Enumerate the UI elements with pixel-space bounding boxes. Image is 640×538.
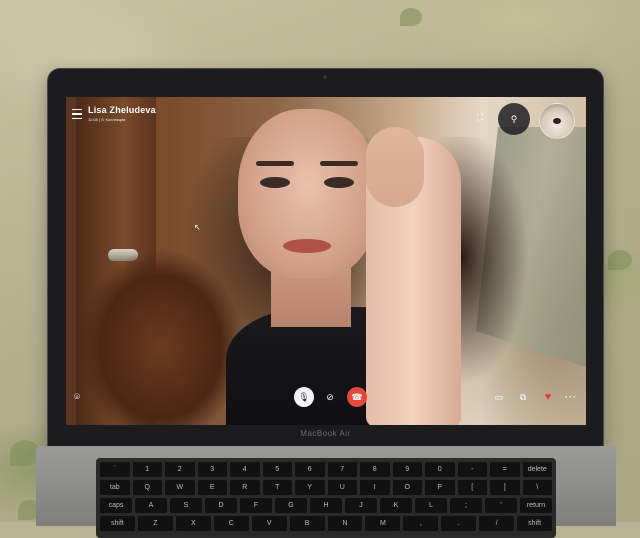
keyboard-key[interactable]: 1	[132, 462, 162, 477]
keyboard-key[interactable]: X	[175, 516, 211, 531]
keyboard-key[interactable]: H	[310, 498, 342, 513]
menu-icon[interactable]	[72, 109, 82, 119]
keyboard-row: caps A S D F G H J K L; ' return	[100, 498, 552, 513]
camera-off-icon: ⊘	[326, 391, 334, 402]
keyboard-key[interactable]: caps	[100, 498, 132, 513]
keyboard-key[interactable]: delete	[522, 462, 552, 477]
share-screen-icon[interactable]: ⧉	[516, 390, 530, 404]
more-icon[interactable]: ···	[564, 390, 578, 404]
keyboard-key[interactable]: C	[213, 516, 249, 531]
keyboard-key[interactable]: \	[522, 480, 552, 495]
keyboard-key[interactable]: L	[415, 498, 447, 513]
keyboard-key[interactable]: 3	[197, 462, 227, 477]
keyboard-key[interactable]: R	[230, 480, 260, 495]
keyboard-key[interactable]: O	[392, 480, 422, 495]
keyboard-key[interactable]: D	[205, 498, 237, 513]
keyboard-key[interactable]: G	[275, 498, 307, 513]
keyboard-key[interactable]: .	[441, 516, 477, 531]
chat-icon[interactable]: ▭	[492, 390, 506, 404]
keyboard-key[interactable]: 9	[392, 462, 422, 477]
keyboard-key[interactable]: ;	[450, 498, 482, 513]
keyboard-key[interactable]: /	[479, 516, 515, 531]
keyboard-key[interactable]: Y	[295, 480, 325, 495]
microphone-icon: 🎙︎	[298, 391, 310, 402]
keyboard-key[interactable]: 0	[425, 462, 455, 477]
dog-snout	[553, 118, 561, 124]
clover-pattern	[608, 250, 632, 270]
keyboard-key[interactable]: -	[457, 462, 487, 477]
keyboard-key[interactable]: ]	[490, 480, 520, 495]
call-overlay: Lisa Zheludeva 11:08 | ⊙ Коллекция ⛶ ⚲ ↖…	[66, 97, 586, 425]
keyboard-key[interactable]: K	[380, 498, 412, 513]
screenshot-icon[interactable]: ⌾	[74, 392, 88, 406]
webcam	[323, 75, 327, 79]
keyboard-key[interactable]: =	[490, 462, 520, 477]
keyboard-key[interactable]: shift	[100, 516, 135, 531]
add-person-button[interactable]: ⚲	[498, 103, 530, 135]
keyboard: ` 1 2 3 4 5 6 7 8 9 0- = delete tab Q W E R T Y U I O P[] \ caps A…	[96, 458, 556, 538]
heart-icon[interactable]: ♥	[541, 390, 555, 404]
keyboard-key[interactable]: N	[327, 516, 363, 531]
keyboard-key[interactable]: 8	[360, 462, 390, 477]
keyboard-key[interactable]: 4	[230, 462, 260, 477]
call-duration: 11:08	[88, 117, 98, 122]
keyboard-key[interactable]: S	[170, 498, 202, 513]
keyboard-key[interactable]: Q	[132, 480, 162, 495]
laptop-lid: Lisa Zheludeva 11:08 | ⊙ Коллекция ⛶ ⚲ ↖…	[48, 69, 603, 447]
end-call-button[interactable]: ☎︎	[347, 387, 367, 407]
keyboard-row: ` 1 2 3 4 5 6 7 8 9 0- = delete	[100, 462, 552, 477]
keyboard-key[interactable]: 2	[165, 462, 195, 477]
keyboard-key[interactable]: 7	[327, 462, 357, 477]
keyboard-key[interactable]: `	[100, 462, 130, 477]
call-status: 11:08 | ⊙ Коллекция	[88, 117, 125, 122]
keyboard-key[interactable]: J	[345, 498, 377, 513]
keyboard-key[interactable]: '	[485, 498, 517, 513]
collection-icon: ⊙	[101, 117, 105, 122]
add-person-icon: ⚲	[510, 113, 518, 124]
keyboard-key[interactable]: M	[365, 516, 401, 531]
clover-pattern	[400, 8, 422, 26]
microphone-button[interactable]: 🎙︎	[294, 387, 314, 407]
fit-screen-icon[interactable]: ⛶	[470, 107, 490, 127]
keyboard-key[interactable]: W	[165, 480, 195, 495]
video-call-screen: Lisa Zheludeva 11:08 | ⊙ Коллекция ⛶ ⚲ ↖…	[66, 97, 586, 425]
keyboard-row: tab Q W E R T Y U I O P[] \	[100, 480, 552, 495]
keyboard-key[interactable]: I	[360, 480, 390, 495]
mouse-cursor-icon: ↖	[194, 223, 201, 232]
keyboard-key[interactable]: P	[425, 480, 455, 495]
keyboard-key[interactable]: ,	[403, 516, 439, 531]
camera-off-button[interactable]: ⊘	[320, 387, 340, 407]
collection-label: Коллекция	[105, 117, 126, 122]
keyboard-row: shift Z X C V B N M,. / shift	[100, 516, 553, 531]
keyboard-key[interactable]: V	[251, 516, 287, 531]
self-view-avatar[interactable]	[539, 103, 575, 139]
end-call-icon: ☎︎	[351, 391, 363, 402]
keyboard-key[interactable]: [	[457, 480, 487, 495]
keyboard-key[interactable]: 5	[262, 462, 292, 477]
keyboard-key[interactable]: U	[327, 480, 357, 495]
keyboard-key[interactable]: shift	[517, 516, 553, 531]
keyboard-key[interactable]: Z	[137, 516, 173, 531]
keyboard-key[interactable]: return	[520, 498, 552, 513]
laptop-base: ` 1 2 3 4 5 6 7 8 9 0- = delete tab Q W E R T Y U I O P[] \ caps A…	[36, 446, 616, 538]
keyboard-key[interactable]: F	[240, 498, 272, 513]
keyboard-key[interactable]: T	[262, 480, 292, 495]
keyboard-key[interactable]: 6	[295, 462, 325, 477]
keyboard-key[interactable]: E	[197, 480, 227, 495]
keyboard-key[interactable]: B	[289, 516, 325, 531]
keyboard-key[interactable]: tab	[100, 480, 130, 495]
caller-name: Lisa Zheludeva	[88, 105, 156, 115]
keyboard-key[interactable]: A	[135, 498, 167, 513]
laptop-brand-label: MacBook Air	[300, 429, 351, 438]
